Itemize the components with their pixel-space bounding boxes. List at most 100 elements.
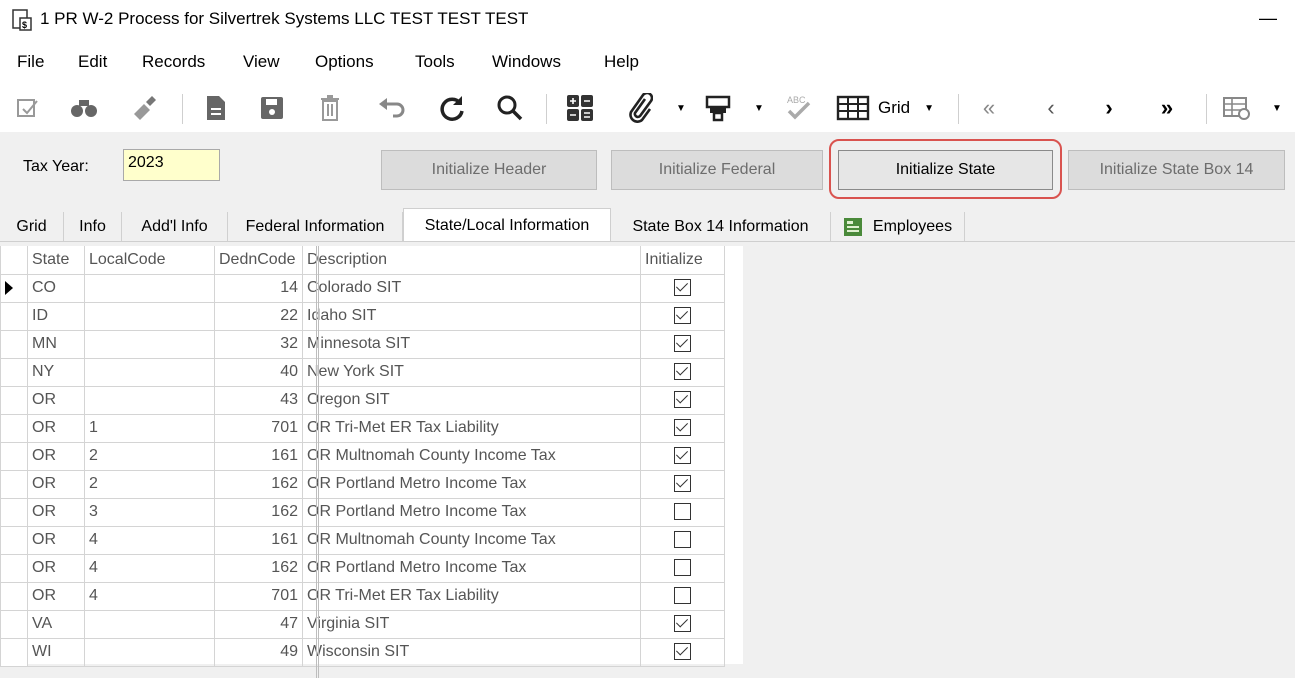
cell-localcode[interactable]: 3 — [84, 497, 215, 527]
table-row[interactable]: OR 2 162 OR Portland Metro Income Tax — [0, 469, 725, 499]
cell-description[interactable]: Idaho SIT — [302, 301, 641, 331]
cell-description[interactable]: OR Portland Metro Income Tax — [302, 497, 641, 527]
cell-localcode[interactable] — [84, 357, 215, 387]
menu-file[interactable]: File — [17, 52, 44, 72]
row-indicator[interactable] — [0, 497, 28, 527]
row-indicator[interactable] — [0, 329, 28, 359]
table-row[interactable]: CO 14 Colorado SIT — [0, 273, 725, 303]
tab-employees[interactable]: Employees — [831, 212, 965, 242]
delete-icon[interactable] — [314, 90, 346, 126]
search-icon[interactable] — [492, 90, 528, 126]
cell-description[interactable]: Colorado SIT — [302, 273, 641, 303]
cell-dedncode[interactable]: 14 — [214, 273, 303, 303]
row-indicator[interactable] — [0, 469, 28, 499]
cell-state[interactable]: NY — [27, 357, 85, 387]
cell-dedncode[interactable]: 701 — [214, 413, 303, 443]
cell-state[interactable]: VA — [27, 609, 85, 639]
row-indicator[interactable] — [0, 525, 28, 555]
cell-state[interactable]: OR — [27, 525, 85, 555]
table-row[interactable]: NY 40 New York SIT — [0, 357, 725, 387]
initialize-checkbox[interactable] — [674, 279, 691, 297]
row-indicator[interactable] — [0, 553, 28, 583]
row-indicator[interactable] — [0, 273, 28, 303]
cell-dedncode[interactable]: 701 — [214, 581, 303, 611]
grid-settings-icon[interactable] — [1218, 90, 1256, 126]
table-row[interactable]: MN 32 Minnesota SIT — [0, 329, 725, 359]
grid-button[interactable]: Grid ▼ — [836, 90, 946, 126]
menu-tools[interactable]: Tools — [415, 52, 455, 72]
attachment-icon[interactable] — [622, 90, 658, 126]
print-dropdown-icon[interactable]: ▼ — [752, 90, 766, 126]
spellcheck-icon[interactable]: ABC — [780, 90, 816, 126]
table-row[interactable]: OR 4 701 OR Tri-Met ER Tax Liability — [0, 581, 725, 611]
initialize-state-box14-button[interactable]: Initialize State Box 14 — [1068, 150, 1285, 190]
column-header-initialize[interactable]: Initialize — [640, 246, 725, 275]
cell-description[interactable]: OR Multnomah County Income Tax — [302, 525, 641, 555]
initialize-checkbox[interactable] — [674, 615, 691, 633]
row-indicator[interactable] — [0, 357, 28, 387]
cell-description[interactable]: Oregon SIT — [302, 385, 641, 415]
column-header-dedncode[interactable]: DednCode — [214, 246, 303, 275]
cell-localcode[interactable] — [84, 385, 215, 415]
cell-dedncode[interactable]: 43 — [214, 385, 303, 415]
cell-dedncode[interactable]: 32 — [214, 329, 303, 359]
row-indicator[interactable] — [0, 413, 28, 443]
column-header-description[interactable]: Description — [302, 246, 641, 275]
cell-dedncode[interactable]: 162 — [214, 553, 303, 583]
initialize-checkbox[interactable] — [674, 643, 691, 661]
cell-dedncode[interactable]: 47 — [214, 609, 303, 639]
cell-description[interactable]: OR Portland Metro Income Tax — [302, 553, 641, 583]
cell-state[interactable]: MN — [27, 329, 85, 359]
calculator-icon[interactable] — [562, 90, 598, 126]
initialize-checkbox[interactable] — [674, 503, 691, 521]
row-indicator[interactable] — [0, 609, 28, 639]
table-row[interactable]: OR 4 161 OR Multnomah County Income Tax — [0, 525, 725, 555]
menu-options[interactable]: Options — [315, 52, 374, 72]
last-record-icon[interactable]: » — [1152, 90, 1182, 126]
menu-windows[interactable]: Windows — [492, 52, 561, 72]
cell-dedncode[interactable]: 49 — [214, 637, 303, 667]
cell-localcode[interactable]: 2 — [84, 469, 215, 499]
tab-info[interactable]: Info — [64, 212, 122, 242]
initialize-checkbox[interactable] — [674, 391, 691, 409]
cell-state[interactable]: CO — [27, 273, 85, 303]
cell-dedncode[interactable]: 161 — [214, 525, 303, 555]
row-indicator[interactable] — [0, 301, 28, 331]
cell-dedncode[interactable]: 162 — [214, 497, 303, 527]
cell-localcode[interactable]: 4 — [84, 581, 215, 611]
cell-state[interactable]: OR — [27, 497, 85, 527]
cell-description[interactable]: OR Multnomah County Income Tax — [302, 441, 641, 471]
initialize-checkbox[interactable] — [674, 475, 691, 493]
menu-records[interactable]: Records — [142, 52, 205, 72]
cell-localcode[interactable]: 1 — [84, 413, 215, 443]
column-header-localcode[interactable]: LocalCode — [84, 246, 215, 275]
row-indicator[interactable] — [0, 581, 28, 611]
initialize-checkbox[interactable] — [674, 559, 691, 577]
edit-icon[interactable] — [12, 90, 44, 126]
menu-edit[interactable]: Edit — [78, 52, 107, 72]
next-record-icon[interactable]: › — [1094, 90, 1124, 126]
initialize-checkbox[interactable] — [674, 419, 691, 437]
first-record-icon[interactable]: « — [974, 90, 1004, 126]
cell-description[interactable]: Wisconsin SIT — [302, 637, 641, 667]
initialize-checkbox[interactable] — [674, 587, 691, 605]
attachment-dropdown-icon[interactable]: ▼ — [674, 90, 688, 126]
cell-localcode[interactable]: 2 — [84, 441, 215, 471]
table-row[interactable]: OR 2 161 OR Multnomah County Income Tax — [0, 441, 725, 471]
initialize-checkbox[interactable] — [674, 307, 691, 325]
menu-view[interactable]: View — [243, 52, 280, 72]
cell-localcode[interactable] — [84, 329, 215, 359]
tab-state-local-information[interactable]: State/Local Information — [403, 208, 611, 242]
tax-year-input[interactable]: 2023 — [123, 149, 220, 181]
column-header-state[interactable]: State — [27, 246, 85, 275]
cell-state[interactable]: OR — [27, 385, 85, 415]
cell-localcode[interactable] — [84, 609, 215, 639]
initialize-checkbox[interactable] — [674, 447, 691, 465]
cell-state[interactable]: OR — [27, 581, 85, 611]
table-row[interactable]: OR 1 701 OR Tri-Met ER Tax Liability — [0, 413, 725, 443]
row-indicator[interactable] — [0, 637, 28, 667]
initialize-header-button[interactable]: Initialize Header — [381, 150, 597, 190]
cell-dedncode[interactable]: 22 — [214, 301, 303, 331]
cell-dedncode[interactable]: 40 — [214, 357, 303, 387]
initialize-federal-button[interactable]: Initialize Federal — [611, 150, 823, 190]
